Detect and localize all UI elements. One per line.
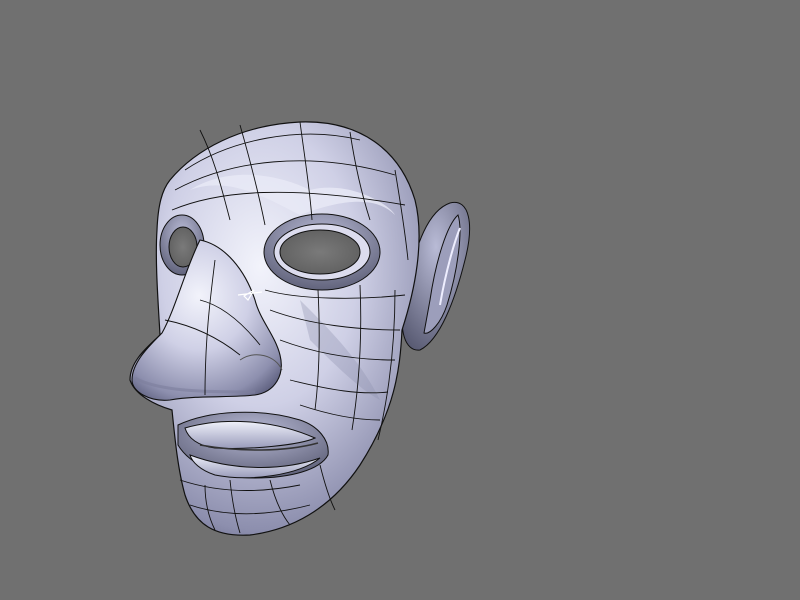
viewport-canvas[interactable] xyxy=(0,0,800,600)
head-mesh[interactable] xyxy=(129,121,471,536)
3d-viewport[interactable] xyxy=(0,0,800,600)
mouth[interactable] xyxy=(177,411,329,479)
eye-socket-right[interactable] xyxy=(263,213,381,291)
